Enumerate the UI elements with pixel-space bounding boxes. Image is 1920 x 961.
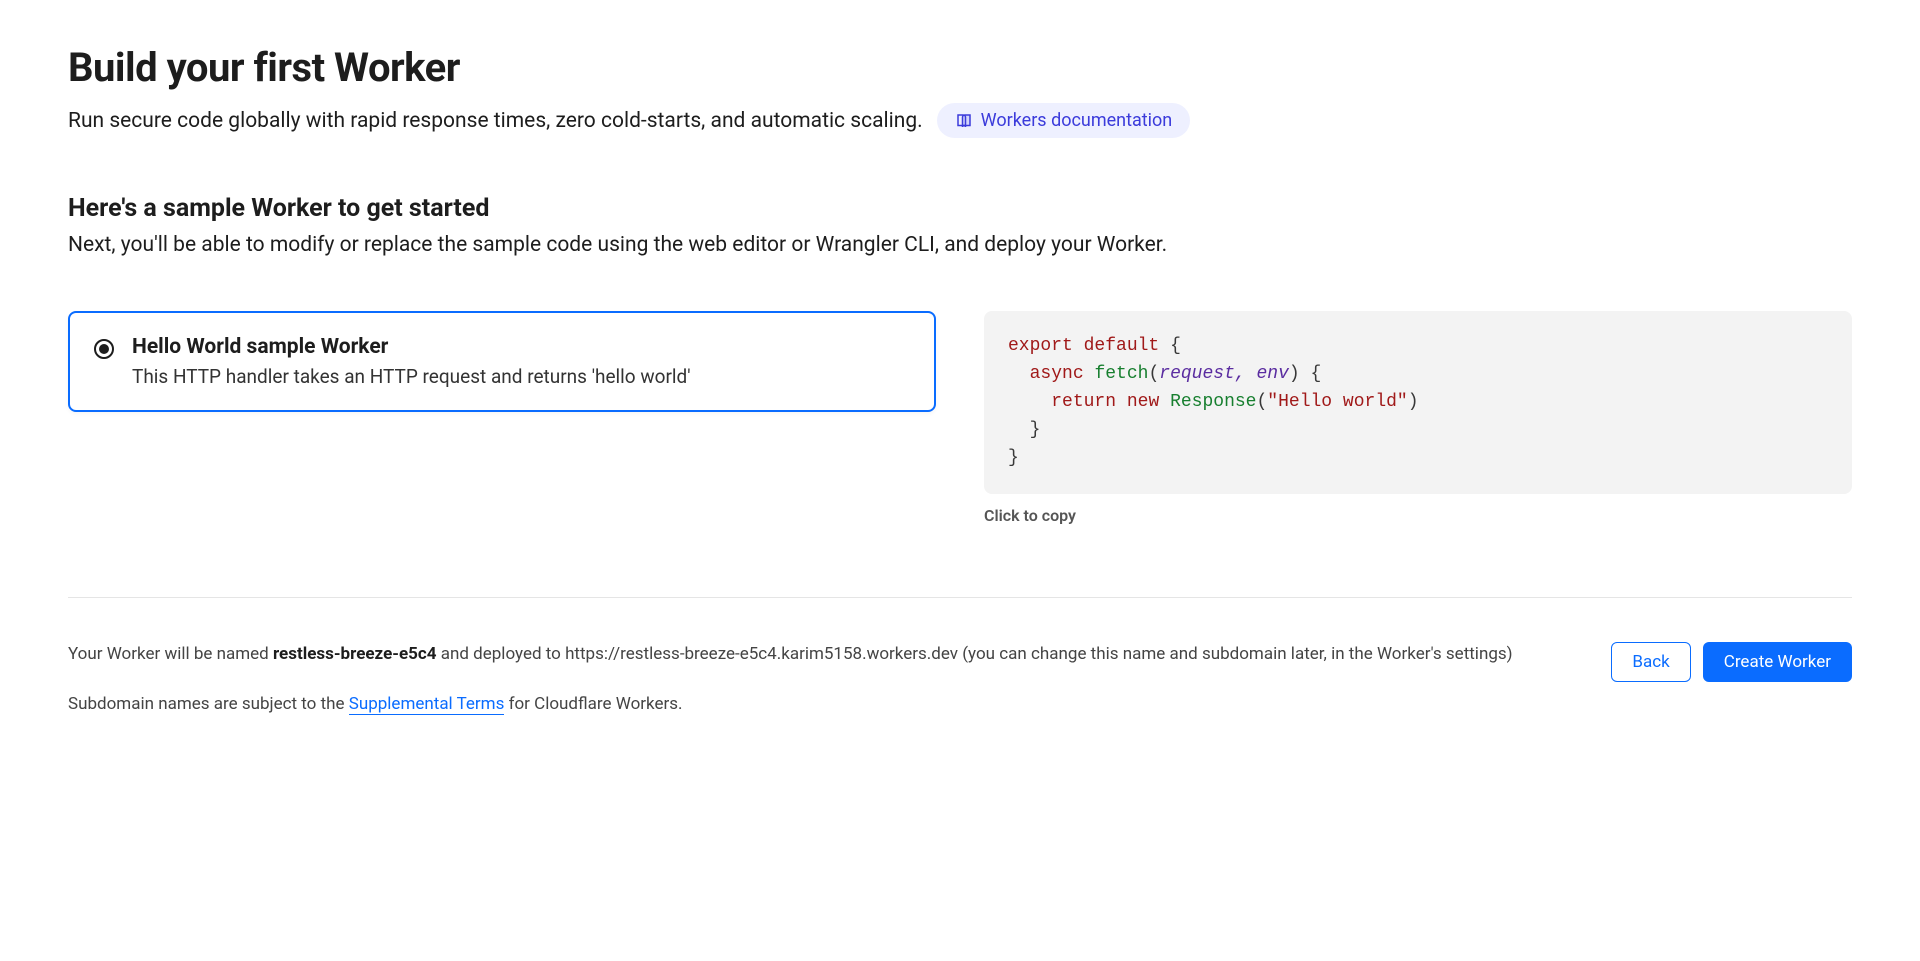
options-column: Hello World sample Worker This HTTP hand… [68,311,936,525]
worker-name: restless-breeze-e5c4 [273,644,437,664]
option-title: Hello World sample Worker [132,335,691,359]
option-body: Hello World sample Worker This HTTP hand… [132,335,691,388]
code-block[interactable]: export default { async fetch(request, en… [984,311,1852,494]
subtitle-row: Run secure code globally with rapid resp… [68,103,1852,138]
footer-text: Your Worker will be named restless-breez… [68,642,1571,741]
back-button[interactable]: Back [1611,642,1690,682]
footer-actions: Back Create Worker [1611,642,1852,682]
deploy-info: Your Worker will be named restless-breez… [68,642,1571,668]
section-title: Here's a sample Worker to get started [68,194,1852,223]
copy-hint[interactable]: Click to copy [984,506,1852,525]
radio-dot [99,344,109,354]
subtitle-text: Run secure code globally with rapid resp… [68,109,923,133]
section-desc: Next, you'll be able to modify or replac… [68,233,1852,257]
book-icon [955,112,973,130]
option-desc: This HTTP handler takes an HTTP request … [132,365,691,388]
footer-row: Your Worker will be named restless-breez… [68,642,1852,741]
subdomain-info: Subdomain names are subject to the Suppl… [68,692,1571,718]
sample-worker-option[interactable]: Hello World sample Worker This HTTP hand… [68,311,936,412]
doc-link-label: Workers documentation [981,110,1173,131]
page-title: Build your first Worker [68,44,1852,91]
content-columns: Hello World sample Worker This HTTP hand… [68,311,1852,525]
supplemental-terms-link[interactable]: Supplemental Terms [349,694,505,715]
create-worker-button[interactable]: Create Worker [1703,642,1852,682]
radio-selected[interactable] [94,339,114,359]
divider [68,597,1852,598]
code-column: export default { async fetch(request, en… [984,311,1852,525]
workers-documentation-link[interactable]: Workers documentation [937,103,1191,138]
